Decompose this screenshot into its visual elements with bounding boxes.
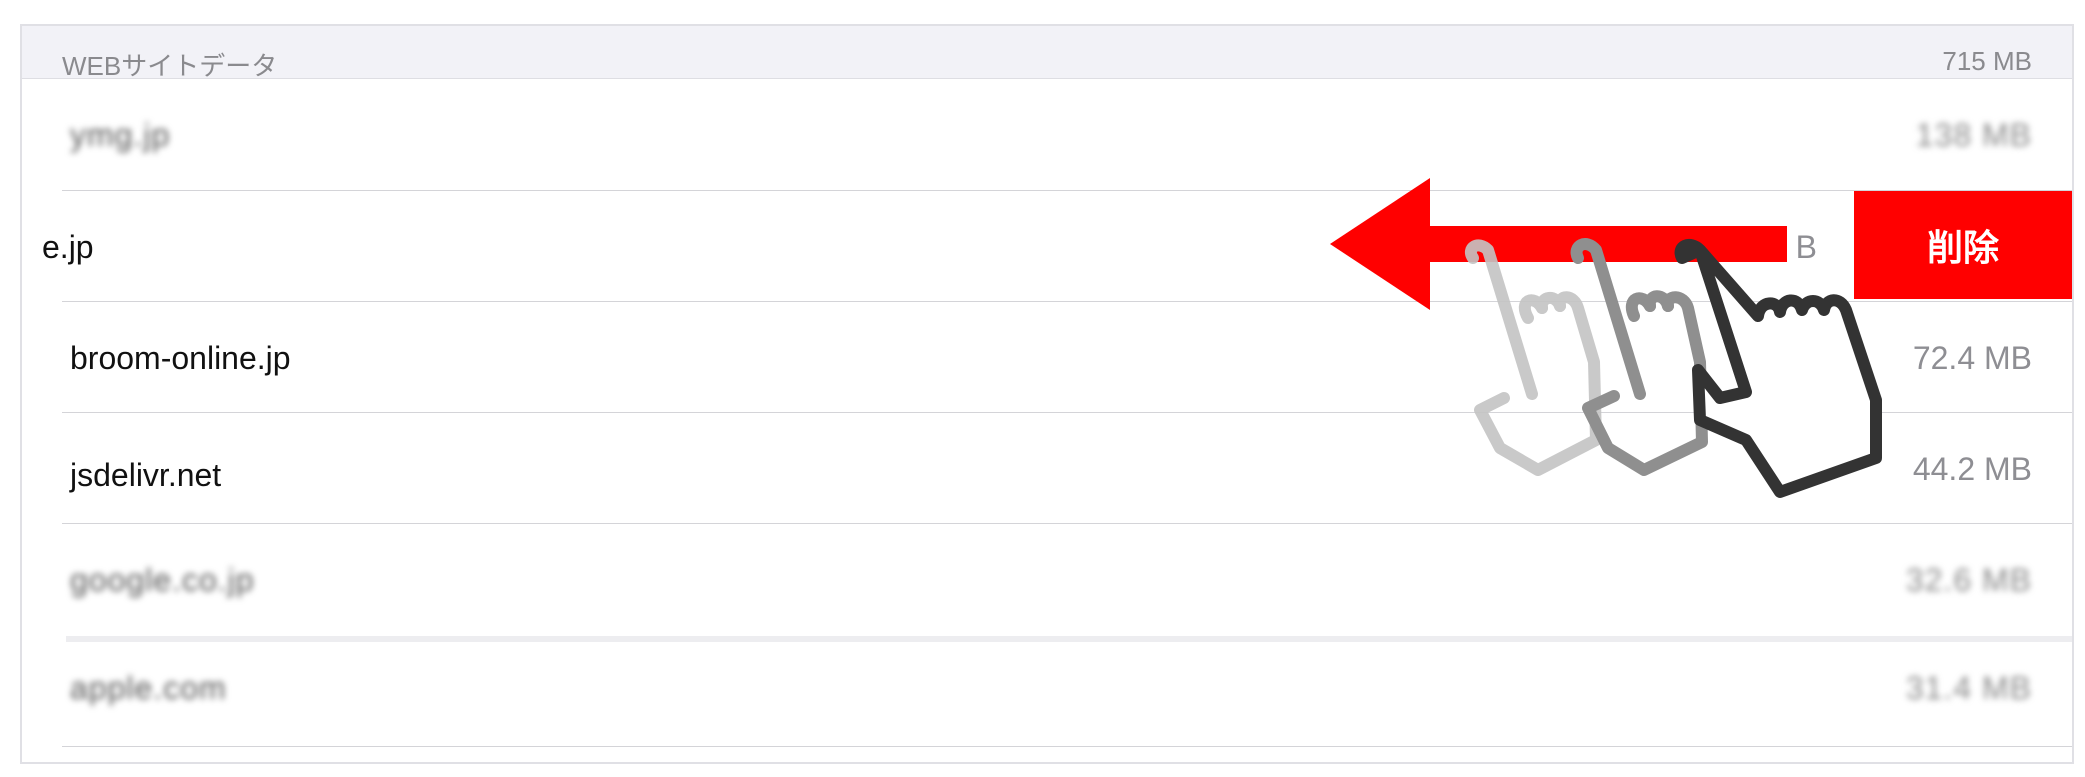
swipe-left-hand-icon [1465, 239, 1602, 476]
swipe-left-hand-icon [1674, 239, 1882, 498]
swipe-gesture-overlay [1330, 178, 1882, 498]
